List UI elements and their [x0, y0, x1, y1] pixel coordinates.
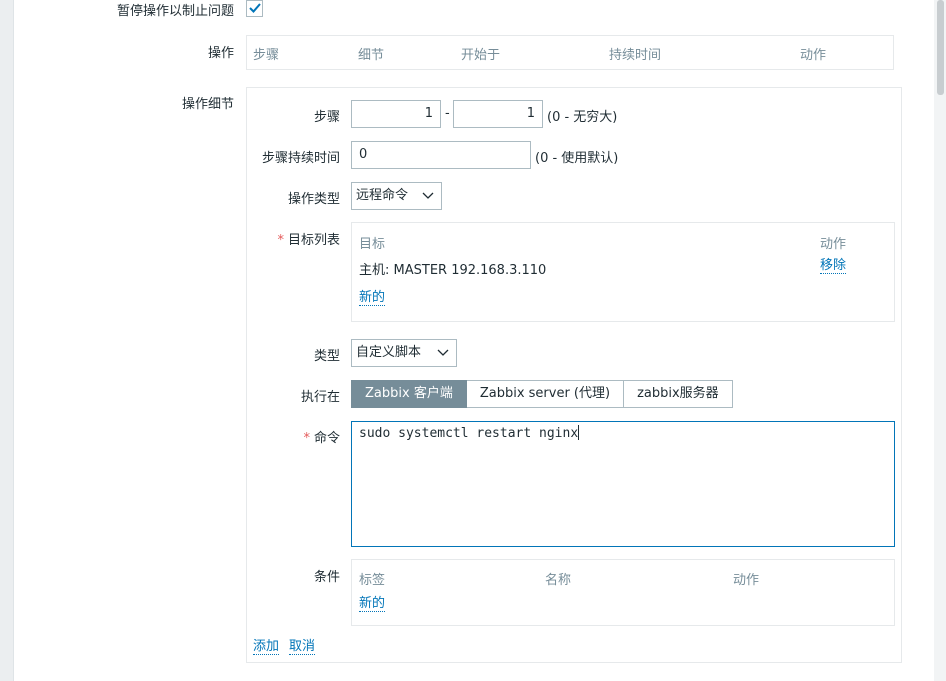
tag-column-header: 标签 — [359, 573, 386, 588]
operation-type-value: 远程命令 — [356, 188, 409, 203]
steps-hint: (0 - 无穷大) — [547, 110, 618, 125]
chevron-down-icon — [422, 192, 434, 199]
execute-on-label: 执行在 — [300, 390, 340, 405]
step-duration-input[interactable]: 0 — [351, 141, 531, 169]
command-textarea[interactable]: sudo systemctl restart nginx — [351, 421, 895, 547]
text-caret — [578, 425, 580, 440]
checkmark-icon — [249, 3, 261, 13]
step-from-input[interactable]: 1 — [351, 100, 441, 128]
step-to-input[interactable]: 1 — [453, 100, 543, 128]
operations-table: 步骤 细节 开始于 持续时间 动作 — [246, 35, 894, 70]
script-type-select[interactable]: 自定义脚本 — [351, 339, 457, 367]
command-text: sudo systemctl restart nginx — [359, 426, 579, 441]
target-list-label: * 目标列表 — [277, 233, 340, 248]
col-action: 动作 — [800, 48, 827, 63]
col-start-in: 开始于 — [461, 48, 501, 63]
action-column-header: 动作 — [733, 573, 760, 588]
execute-on-toggle: Zabbix 客户端 Zabbix server (代理) zabbix服务器 — [351, 380, 733, 408]
pause-operations-label: 暂停操作以制止问题 — [116, 4, 234, 19]
name-column-header: 名称 — [545, 573, 572, 588]
required-marker: * — [277, 233, 284, 248]
operation-details-label: 操作细节 — [181, 97, 234, 112]
chevron-down-icon — [437, 349, 449, 356]
execute-on-zabbix-server-option[interactable]: zabbix服务器 — [624, 380, 733, 408]
execute-on-agent-option[interactable]: Zabbix 客户端 — [351, 380, 467, 408]
command-label: * 命令 — [303, 431, 340, 446]
operation-type-select[interactable]: 远程命令 — [351, 182, 442, 210]
pause-operations-checkbox[interactable] — [246, 0, 263, 17]
target-column-header: 目标 — [359, 237, 386, 252]
scrollbar-thumb[interactable] — [937, 0, 944, 95]
conditions-table: 标签 名称 动作 新的 — [351, 559, 895, 626]
step-separator: - — [445, 106, 450, 121]
col-details: 细节 — [358, 48, 385, 63]
conditions-label: 条件 — [313, 570, 340, 585]
target-row-host: 主机: MASTER 192.168.3.110 — [359, 263, 547, 278]
new-condition-link[interactable]: 新的 — [359, 597, 386, 612]
script-type-value: 自定义脚本 — [356, 345, 422, 360]
scrollbar-track[interactable] — [934, 0, 946, 681]
add-operation-link[interactable]: 添加 — [253, 640, 280, 655]
step-duration-hint: (0 - 使用默认) — [535, 151, 619, 166]
type-label: 类型 — [313, 349, 340, 364]
col-duration: 持续时间 — [609, 48, 662, 63]
operation-type-label: 操作类型 — [287, 192, 340, 207]
new-target-link[interactable]: 新的 — [359, 291, 386, 306]
operations-label: 操作 — [207, 46, 234, 61]
col-step: 步骤 — [253, 48, 280, 63]
step-duration-label: 步骤持续时间 — [261, 151, 340, 166]
remove-target-link[interactable]: 移除 — [820, 259, 847, 274]
execute-on-server-proxy-option[interactable]: Zabbix server (代理) — [466, 380, 625, 408]
steps-label: 步骤 — [313, 110, 340, 125]
cancel-operation-link[interactable]: 取消 — [289, 640, 316, 655]
target-list-table: 目标 动作 主机: MASTER 192.168.3.110 移除 新的 — [351, 222, 895, 322]
action-column-header: 动作 — [820, 237, 847, 252]
required-marker: * — [303, 431, 310, 446]
